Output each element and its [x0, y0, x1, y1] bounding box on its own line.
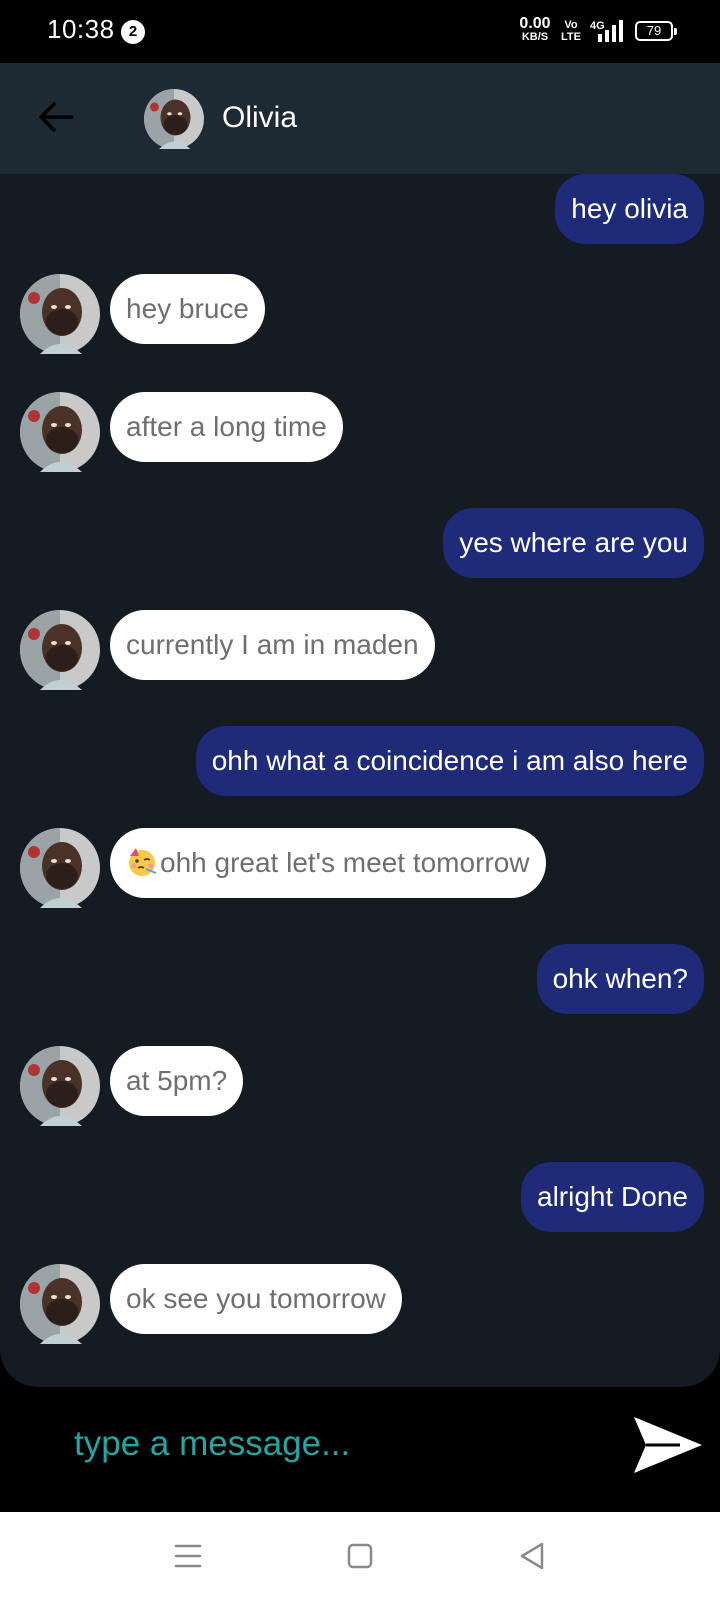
contact-avatar[interactable] — [144, 89, 204, 149]
message-outgoing: yes where are you — [0, 508, 720, 588]
message-bubble[interactable]: ohk when? — [536, 944, 704, 1014]
message-outgoing: alright Done — [0, 1162, 720, 1242]
network-speed-value: 0.00 — [519, 15, 551, 32]
message-input[interactable] — [56, 1409, 596, 1479]
message-incoming: ohh great let's meet tomorrow — [0, 828, 720, 908]
message-bubble[interactable]: ok see you tomorrow — [110, 1264, 402, 1334]
battery-icon: 79 — [635, 21, 677, 41]
message-bubble[interactable]: after a long time — [110, 392, 343, 462]
sender-avatar[interactable] — [20, 392, 100, 472]
sender-avatar[interactable] — [20, 274, 100, 354]
signal-icon: 4G — [590, 20, 623, 42]
chat-messages[interactable]: hey olivia hey bruce after a long time y… — [0, 174, 720, 1387]
chat-header: Olivia — [0, 63, 720, 174]
send-icon[interactable] — [632, 1409, 704, 1481]
message-composer — [0, 1387, 720, 1512]
message-incoming: hey bruce — [0, 274, 720, 354]
network-type-label: 4G — [590, 20, 605, 32]
message-incoming: ok see you tomorrow — [0, 1264, 720, 1344]
message-bubble[interactable]: currently I am in maden — [110, 610, 435, 680]
message-bubble[interactable]: yes where are you — [443, 508, 704, 578]
message-bubble[interactable]: at 5pm? — [110, 1046, 244, 1116]
message-bubble[interactable]: alright Done — [521, 1162, 704, 1232]
message-bubble[interactable]: ohh great let's meet tomorrow — [110, 828, 546, 898]
sender-avatar[interactable] — [20, 610, 100, 690]
back-triangle-icon[interactable] — [512, 1536, 552, 1576]
message-outgoing: ohk when? — [0, 944, 720, 1024]
message-bubble[interactable]: hey bruce — [110, 274, 265, 344]
contact-name[interactable]: Olivia — [222, 101, 297, 135]
status-bar: 10:38 2 0.00 KB/S Vo LTE 4G 79 — [0, 0, 720, 63]
message-outgoing: hey olivia — [0, 174, 720, 254]
sender-avatar[interactable] — [20, 828, 100, 908]
message-incoming: at 5pm? — [0, 1046, 720, 1126]
menu-icon[interactable] — [168, 1536, 208, 1576]
network-speed-unit: KB/S — [521, 31, 549, 43]
status-time: 10:38 — [47, 14, 115, 44]
home-icon[interactable] — [340, 1536, 380, 1576]
partying-face-icon — [129, 848, 157, 876]
message-incoming: after a long time — [0, 392, 720, 472]
back-arrow-icon[interactable] — [34, 95, 78, 139]
volte-bottom: LTE — [561, 30, 581, 43]
message-bubble[interactable]: ohh what a coincidence i am also here — [195, 726, 704, 796]
volte-top: Vo — [564, 19, 578, 31]
notification-count-badge: 2 — [121, 20, 145, 44]
message-outgoing: ohh what a coincidence i am also here — [0, 726, 720, 806]
message-text: ohh great let's meet tomorrow — [160, 847, 530, 878]
sender-avatar[interactable] — [20, 1046, 100, 1126]
volte-indicator: Vo LTE — [561, 19, 581, 43]
sender-avatar[interactable] — [20, 1264, 100, 1344]
system-navigation-bar — [0, 1512, 720, 1600]
network-speed: 0.00 KB/S — [517, 16, 553, 43]
message-bubble[interactable]: hey olivia — [555, 174, 704, 244]
message-incoming: currently I am in maden — [0, 610, 720, 690]
